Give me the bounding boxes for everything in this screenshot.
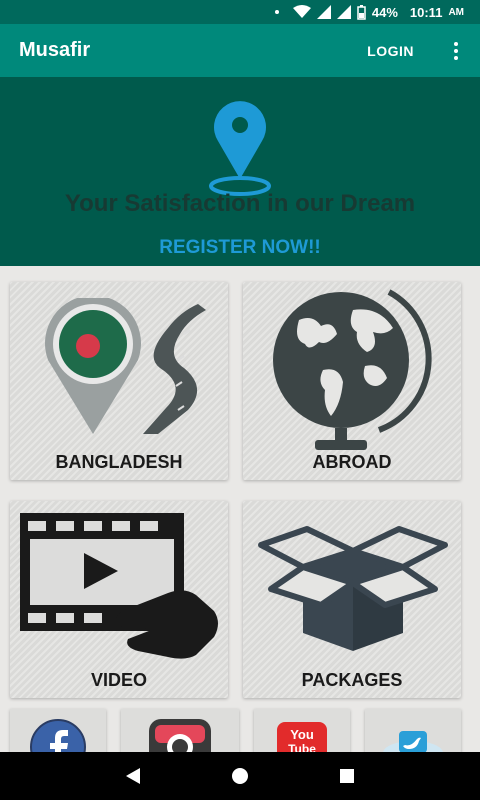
system-nav-bar [0, 752, 480, 800]
signal-2-icon [336, 5, 351, 19]
wifi-icon [292, 5, 311, 18]
recents-icon[interactable] [338, 767, 356, 785]
tile-video[interactable]: VIDEO [10, 501, 228, 698]
more-options-icon[interactable] [444, 39, 468, 63]
tile-label-bangladesh: BANGLADESH [55, 452, 183, 472]
clock-ampm: AM [448, 6, 464, 18]
app-bar: Musafir LOGIN [0, 24, 480, 77]
battery-percent: 44% [371, 4, 398, 20]
clock: 10:11 [409, 4, 443, 20]
hero-banner: Your Satisfaction in our Dream REGISTER … [0, 77, 480, 266]
home-icon[interactable] [231, 767, 249, 785]
signal-icon [316, 5, 331, 19]
back-icon[interactable] [124, 767, 142, 785]
app-title: Musafir [19, 39, 91, 61]
tile-packages[interactable]: PACKAGES [243, 501, 461, 698]
open-box-icon [258, 526, 448, 651]
tile-abroad[interactable]: ABROAD [243, 282, 461, 480]
location-pin-icon [209, 101, 271, 196]
battery-icon [357, 4, 366, 20]
login-button[interactable]: LOGIN [367, 43, 414, 59]
status-bar: 44% 10:11 AM [0, 0, 480, 24]
tile-label-packages: PACKAGES [301, 670, 403, 690]
register-now-link[interactable]: REGISTER NOW!! [0, 237, 480, 259]
bangladesh-map-pin-road-icon [45, 298, 206, 434]
notification-dot-icon [274, 10, 279, 14]
hero-tagline: Your Satisfaction in our Dream [64, 190, 416, 217]
youtube-you-text: You [290, 727, 314, 742]
tile-bangladesh[interactable]: BANGLADESH [10, 282, 228, 480]
video-film-touch-icon [20, 513, 218, 659]
globe-icon [273, 289, 432, 450]
tile-label-abroad: ABROAD [312, 452, 392, 472]
tile-label-video: VIDEO [90, 670, 147, 690]
